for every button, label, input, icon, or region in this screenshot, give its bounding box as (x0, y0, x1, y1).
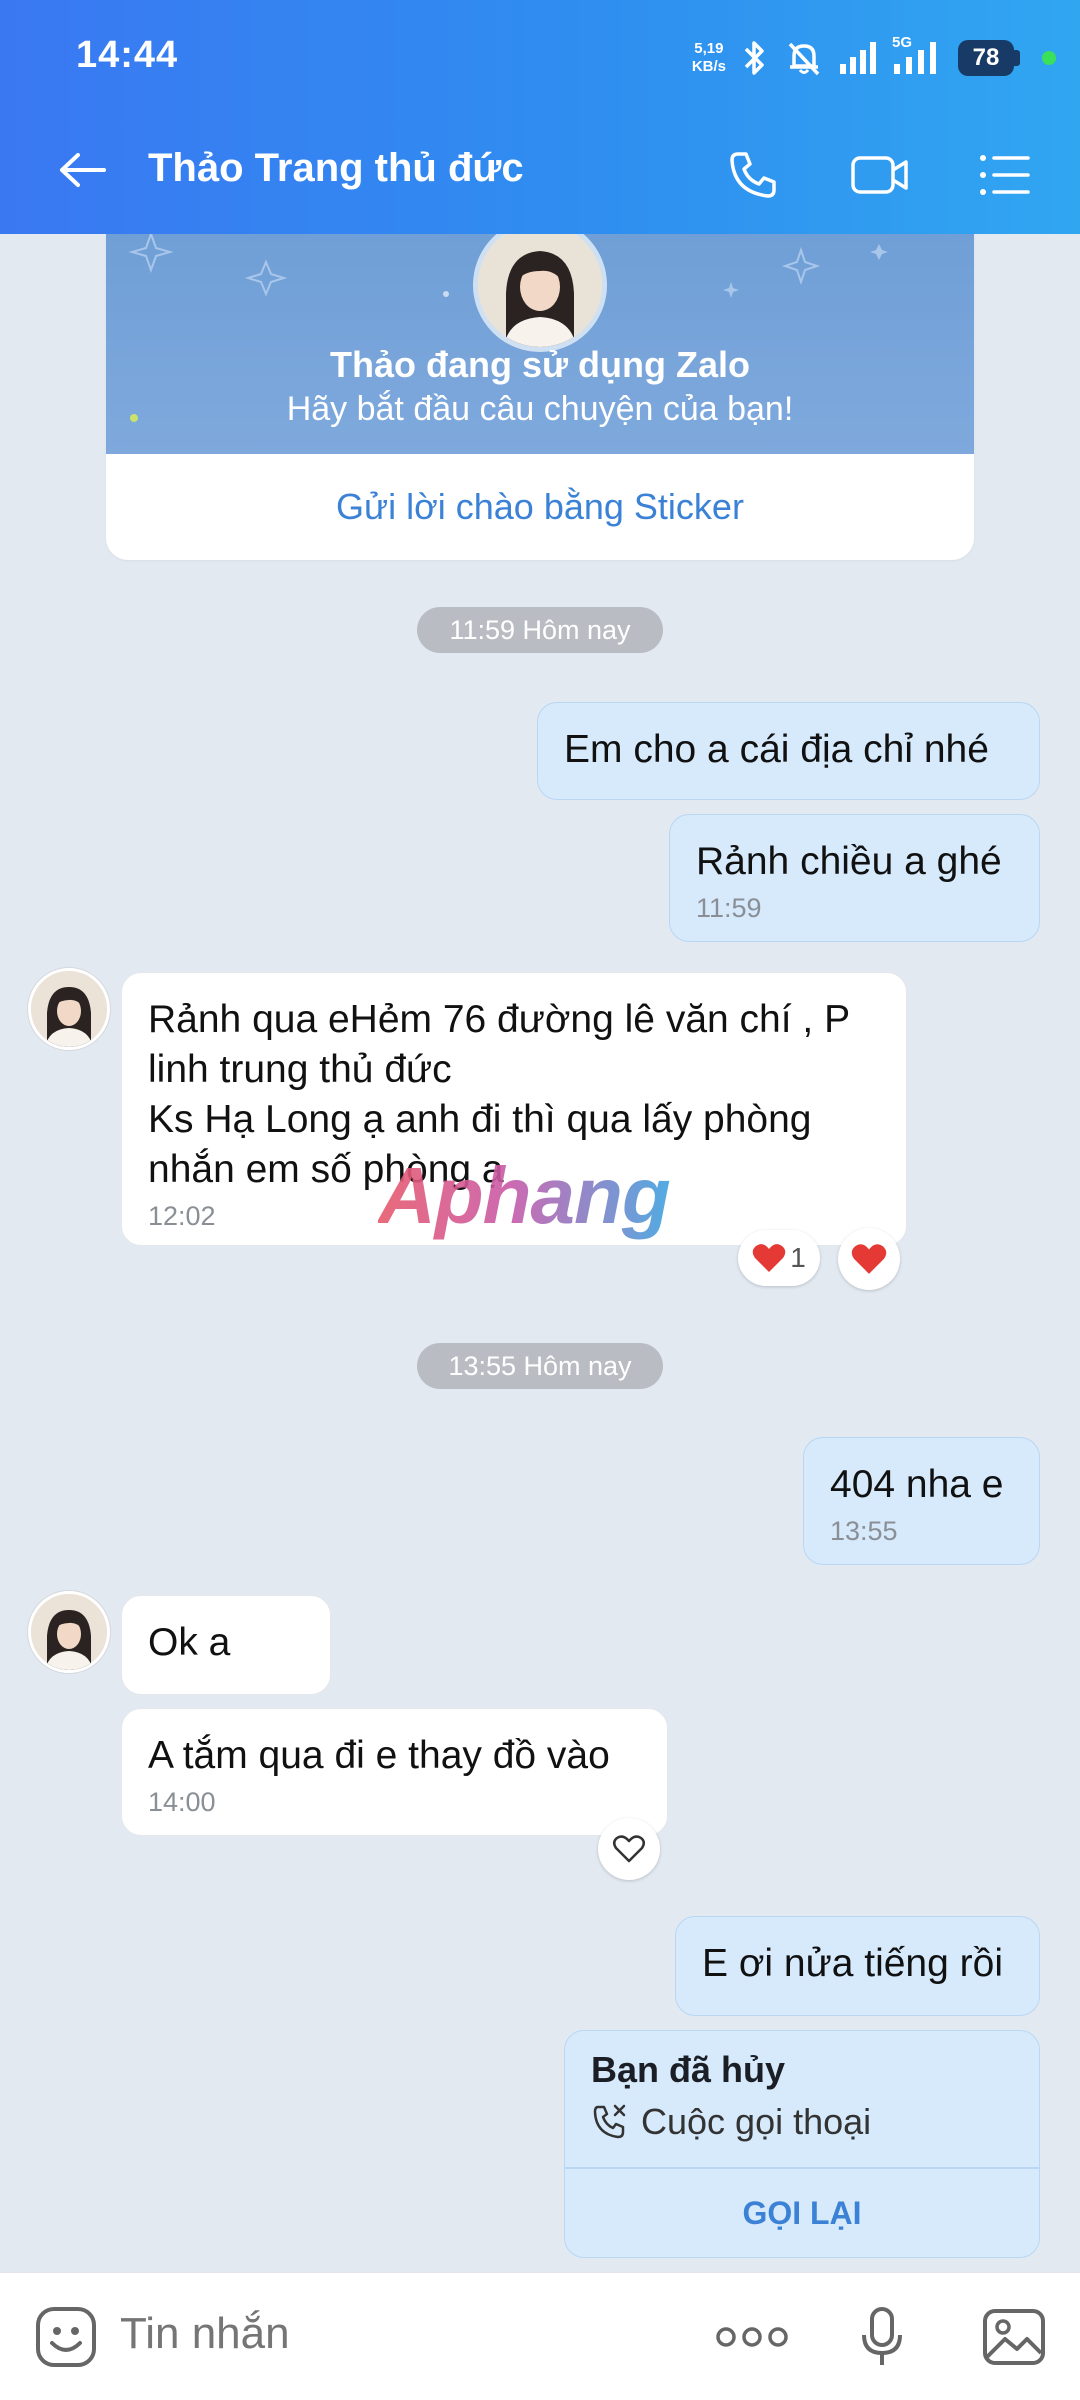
chat-options-button[interactable] (970, 140, 1040, 210)
message-time: 11:59 (696, 893, 762, 923)
react-button[interactable] (838, 1228, 900, 1290)
outgoing-message[interactable]: Rảnh chiều a ghé 11:59 (669, 814, 1040, 942)
more-options-button[interactable] (712, 2297, 792, 2377)
outgoing-message[interactable]: E ơi nửa tiếng rồi (675, 1916, 1040, 2016)
battery-level: 78 (958, 40, 1014, 76)
photo-button[interactable] (974, 2297, 1054, 2377)
avatar-photo-icon (31, 1594, 107, 1670)
voice-call-button[interactable] (718, 140, 788, 210)
net-speed-value: 5,19 (694, 40, 724, 57)
status-icons: 5,19 KB/s 5G 78 (692, 30, 1056, 86)
heart-icon (752, 1244, 786, 1272)
network-label: 5G (892, 34, 913, 51)
message-line: linh trung thủ đức (148, 1048, 452, 1091)
message-line: Ks Hạ Long ạ anh đi thì qua lấy phòng (148, 1098, 812, 1141)
bluetooth-icon (740, 39, 770, 77)
status-time: 14:44 (76, 34, 179, 76)
message-input[interactable] (120, 2309, 680, 2359)
incoming-message[interactable]: Rảnh qua eHẻm 76 đường lê văn chí , P li… (121, 972, 907, 1246)
chat-title[interactable]: Thảo Trang thủ đức (148, 146, 524, 191)
message-text: Rảnh chiều a ghé (696, 840, 1002, 883)
avatar-photo-icon (478, 234, 602, 347)
message-text: Ok a (148, 1621, 231, 1664)
back-button[interactable] (48, 140, 118, 200)
react-button[interactable] (598, 1818, 660, 1880)
banner-subtitle: Hãy bắt đầu câu chuyện của bạn! (286, 390, 794, 428)
send-sticker-greeting-button[interactable]: Gửi lời chào bằng Sticker (106, 454, 974, 560)
message-text: 404 nha e (830, 1463, 1004, 1506)
message-time: 12:02 (148, 1201, 216, 1231)
net-speed: 5,19 KB/s (692, 40, 726, 76)
avatar-photo-icon (31, 971, 107, 1047)
mute-bell-icon (784, 38, 824, 78)
signal-5g-icon: 5G (892, 34, 944, 76)
net-speed-unit: KB/s (691, 58, 726, 75)
message-text: Em cho a cái địa chỉ nhé (564, 728, 989, 771)
message-time: 13:55 (830, 1516, 898, 1546)
missed-call-card[interactable]: Bạn đã hủy Cuộc gọi thoại GỌI LẠI (564, 2030, 1040, 2258)
privacy-dot (1042, 51, 1056, 65)
heart-icon (851, 1244, 887, 1274)
date-separator: 11:59 Hôm nay (417, 607, 663, 653)
call-cancelled-icon (593, 2104, 626, 2139)
banner-background: Thảo đang sử dụng Zalo Hãy bắt đầu câu c… (106, 234, 974, 454)
sticker-button[interactable] (26, 2297, 106, 2377)
message-input-bar (0, 2272, 1080, 2400)
banner-title: Thảo đang sử dụng Zalo (329, 344, 751, 385)
video-camera-icon (851, 156, 908, 194)
phone-icon (730, 152, 776, 198)
incoming-message[interactable]: Ok a (121, 1595, 331, 1695)
signal-icon (838, 40, 878, 76)
zalo-welcome-banner: Thảo đang sử dụng Zalo Hãy bắt đầu câu c… (106, 234, 974, 560)
battery-indicator: 78 (958, 40, 1020, 76)
back-arrow-icon (60, 153, 106, 187)
heart-outline-icon (613, 1835, 645, 1863)
reaction-count: 1 (790, 1242, 806, 1273)
chat-header: 14:44 5,19 KB/s 5G 78 Thảo Trang thủ đức (0, 0, 1080, 234)
contact-avatar[interactable] (28, 1591, 110, 1673)
list-menu-icon (980, 155, 1030, 195)
date-separator: 13:55 Hôm nay (417, 1343, 663, 1389)
battery-cap (1014, 50, 1020, 66)
message-line: nhắn em số phòng ạ (148, 1148, 504, 1191)
microphone-icon (862, 2307, 902, 2365)
call-type-label: Cuộc gọi thoại (641, 2101, 872, 2142)
call-type: Cuộc gọi thoại (591, 2101, 871, 2143)
message-line: Rảnh qua eHẻm 76 đường lê văn chí , P (148, 998, 851, 1041)
contact-avatar[interactable] (28, 968, 110, 1050)
video-call-button[interactable] (845, 140, 915, 210)
message-text: A tắm qua đi e thay đồ vào (148, 1734, 610, 1777)
image-gallery-icon (983, 2309, 1045, 2365)
reaction-summary[interactable]: 1 (738, 1230, 820, 1286)
call-back-button[interactable]: GỌI LẠI (565, 2168, 1039, 2257)
incoming-message[interactable]: A tắm qua đi e thay đồ vào 14:00 (121, 1708, 668, 1836)
outgoing-message[interactable]: 404 nha e 13:55 (803, 1437, 1040, 1565)
voice-message-button[interactable] (842, 2297, 922, 2377)
outgoing-message[interactable]: Em cho a cái địa chỉ nhé (537, 702, 1040, 800)
call-status: Bạn đã hủy (591, 2049, 786, 2090)
message-text: E ơi nửa tiếng rồi (702, 1942, 1003, 1985)
more-dots-icon (716, 2327, 788, 2347)
message-time: 14:00 (148, 1787, 216, 1817)
emoji-icon (36, 2307, 96, 2367)
